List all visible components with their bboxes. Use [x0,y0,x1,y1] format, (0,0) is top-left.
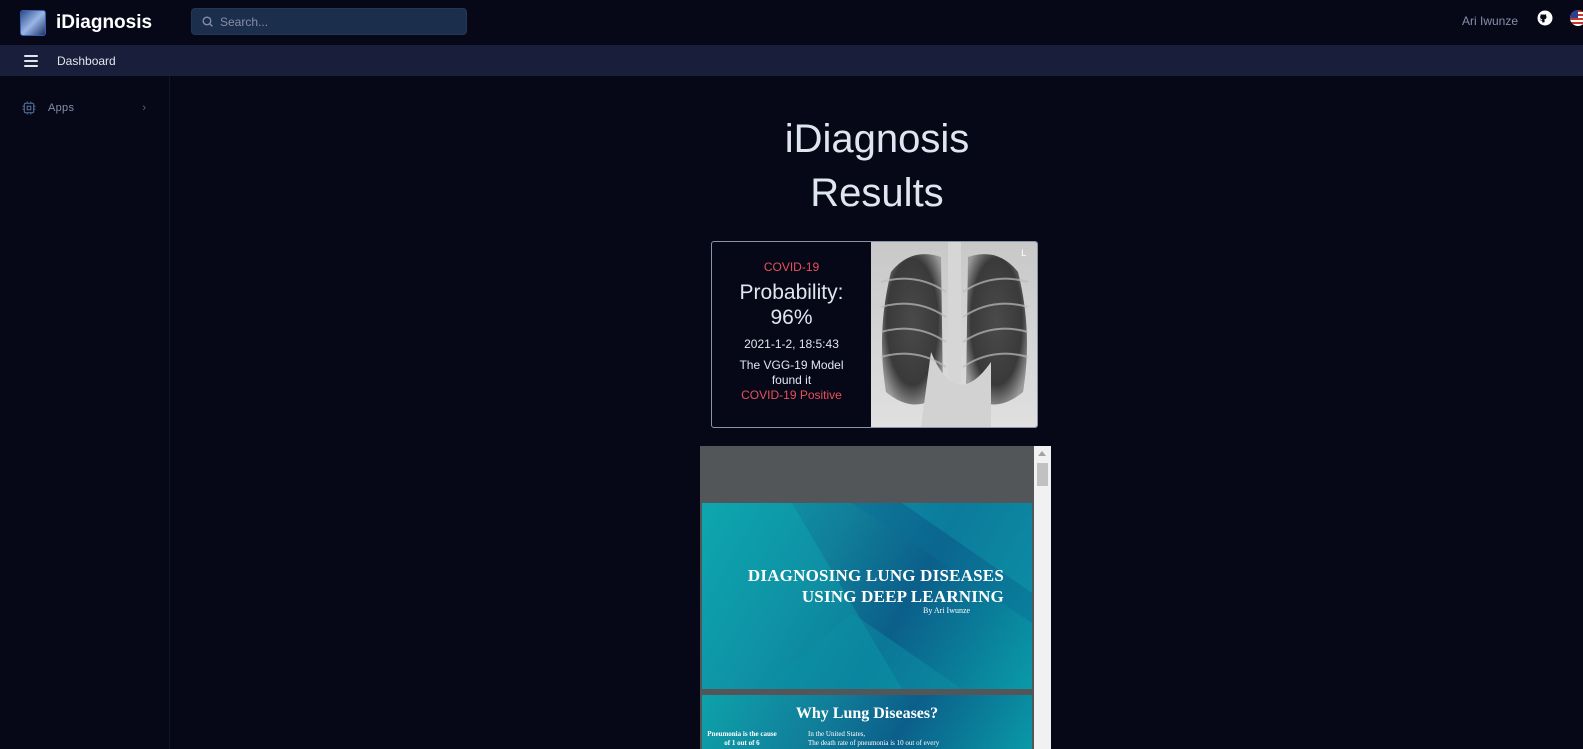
diagnosis-label: COVID-19 [763,260,820,274]
slide-why-lung-diseases: Why Lung Diseases? Pneumonia is the caus… [702,695,1032,749]
chest-xray-image: L [871,242,1037,427]
cpu-icon [22,101,36,115]
breadcrumb[interactable]: Dashboard [57,54,116,68]
slide-author: By Ari Iwunze [923,606,971,615]
chevron-right-icon: › [142,102,146,114]
github-icon[interactable] [1537,10,1553,26]
brand-logo-icon [20,9,46,36]
search-input[interactable] [220,14,460,29]
page-title: iDiagnosis Results [171,112,1583,220]
sub-header: Dashboard [0,45,1583,76]
slide2-right-line1: In the United States, [808,730,866,738]
model-text: The VGG-19 Model found it [739,358,844,387]
sidebar-item-label: Apps [48,102,75,114]
sidebar: Apps › [0,76,170,749]
search-bar[interactable] [191,8,467,35]
slide2-right-text: In the United States, The death rate of … [808,730,1008,748]
result-info: COVID-19 Probability: 96% 2021-1-2, 18:5… [712,242,871,427]
slide-title-text: DIAGNOSING LUNG DISEASES USING DEEP LEAR… [748,565,1004,607]
user-name[interactable]: Ari Iwunze [1462,14,1518,28]
sidebar-item-apps[interactable]: Apps › [22,99,146,117]
probability-value: 96% [770,306,813,329]
document-scrollbar[interactable] [1034,446,1051,749]
search-icon [202,16,213,27]
slide-title-line2: USING DEEP LEARNING [801,587,1004,606]
svg-text:L: L [1021,249,1026,259]
slide-title-line1: DIAGNOSING LUNG DISEASES [747,566,1004,585]
page-title-line2: Results [810,171,944,215]
hamburger-menu-icon[interactable] [24,54,38,67]
main-content: iDiagnosis Results COVID-19 Probability:… [171,76,1583,749]
probability-label: Probability: [739,281,844,304]
slide2-title: Why Lung Diseases? [795,705,939,722]
probability: Probability: 96% [712,280,871,330]
result-text: COVID-19 Positive [741,388,842,402]
scroll-up-arrow-icon[interactable] [1038,451,1046,456]
result-card: COVID-19 Probability: 96% 2021-1-2, 18:5… [711,241,1038,428]
result-timestamp: 2021-1-2, 18:5:43 [744,337,839,351]
scroll-thumb[interactable] [1037,463,1048,486]
slide2-right-line2: The death rate of pneumonia is 10 out of… [808,739,940,747]
top-navbar: iDiagnosis Ari Iwunze [0,0,1583,45]
slide-title: DIAGNOSING LUNG DISEASES USING DEEP LEAR… [702,503,1032,689]
brand-name: iDiagnosis [56,11,153,33]
brand[interactable]: iDiagnosis [20,9,153,36]
us-flag-icon[interactable] [1570,10,1583,26]
document-viewer[interactable]: DIAGNOSING LUNG DISEASES USING DEEP LEAR… [700,446,1051,749]
page-title-line1: iDiagnosis [784,117,970,161]
slide2-left-text: Pneumonia is the cause of 1 out of 6 [707,730,777,747]
